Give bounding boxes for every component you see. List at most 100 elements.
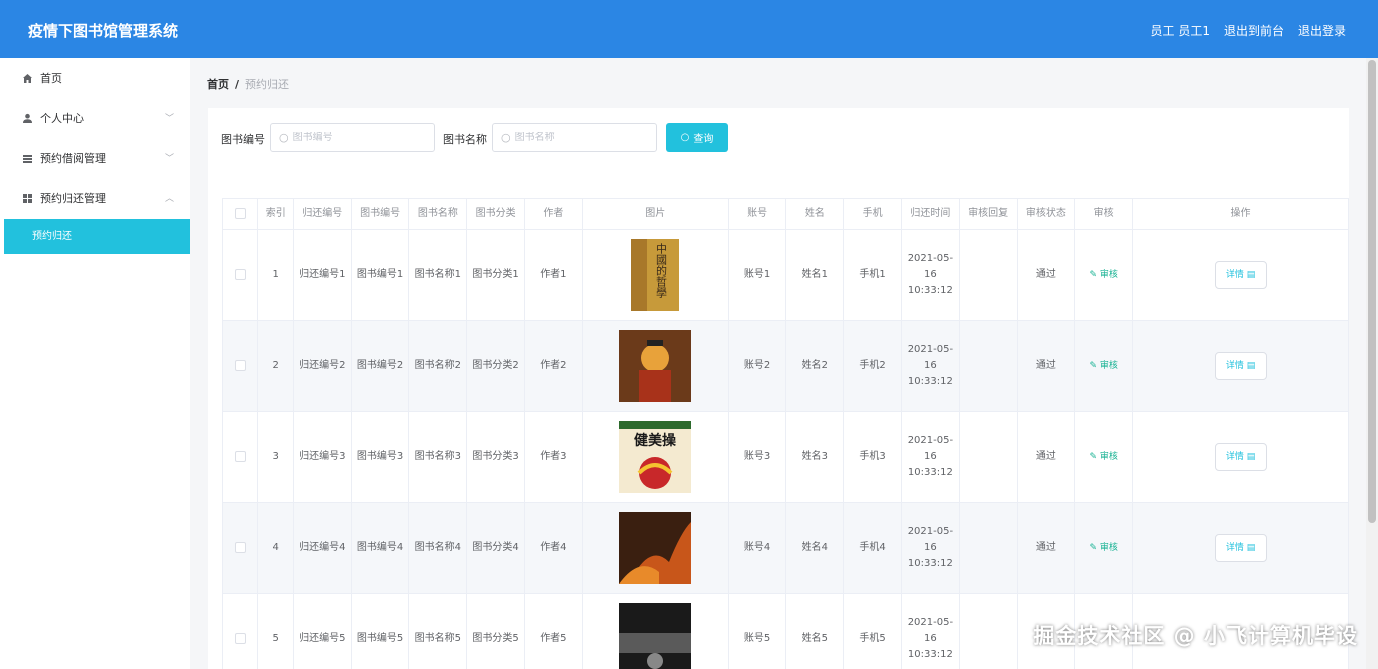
audit-label: 审核 <box>1099 452 1118 462</box>
query-button-label: 查询 <box>693 134 714 145</box>
column-header: 索引 <box>257 198 294 230</box>
action-cell: 详情 ▤ <box>1132 411 1349 503</box>
content-card: 图书编号 ○ 图书名称 ○ ○ 查询 索引 归还编号 图书编号 <box>208 108 1349 669</box>
return-no-cell: 归还编号2 <box>292 320 352 412</box>
author-cell: 作者1 <box>524 229 583 321</box>
reply-cell <box>958 411 1018 503</box>
audit-cell: ✎ 审核 <box>1074 502 1134 594</box>
name-cell: 姓名1 <box>785 229 845 321</box>
select-all-checkbox[interactable] <box>234 207 246 219</box>
book-cover-image <box>619 330 692 402</box>
return-no-cell: 归还编号5 <box>292 593 352 669</box>
row-checkbox[interactable] <box>234 359 246 371</box>
grid-icon <box>22 193 33 204</box>
search-icon: ○ <box>680 132 690 143</box>
detail-button[interactable]: 详情 ▤ <box>1214 534 1267 562</box>
category-cell: 图书分类3 <box>466 411 525 503</box>
account-cell: 账号1 <box>727 229 787 321</box>
book-no-cell: 图书编号1 <box>350 229 410 321</box>
detail-label: 详情 <box>1225 361 1244 371</box>
breadcrumb-home[interactable]: 首页 <box>207 78 229 91</box>
page-scrollbar[interactable] <box>1366 58 1378 669</box>
column-header: 账号 <box>727 198 787 230</box>
sidebar-item-home[interactable]: 首页 <box>0 58 190 98</box>
category-cell: 图书分类2 <box>466 320 525 412</box>
book-name-input[interactable] <box>514 132 645 143</box>
current-user-link[interactable]: 员工 员工1 <box>1151 22 1210 39</box>
row-select-cell[interactable] <box>221 502 259 594</box>
status-cell: 通过 <box>1016 502 1076 594</box>
return-time-cell: 2021-05-16 10:33:12 <box>901 411 960 503</box>
row-select-cell[interactable] <box>221 411 259 503</box>
book-stack-icon <box>22 153 33 164</box>
table-row: 2 归还编号2 图书编号2 图书名称2 图书分类2 作者2 账号2 姓名2 手机… <box>221 320 1349 412</box>
logout-link[interactable]: 退出登录 <box>1298 22 1346 39</box>
return-time-cell: 2021-05-16 10:33:12 <box>901 502 960 594</box>
chevron-up-icon: ︿ <box>164 194 174 204</box>
return-no-cell: 归还编号1 <box>292 229 352 321</box>
column-header: 手机 <box>843 198 902 230</box>
row-checkbox[interactable] <box>234 541 246 553</box>
phone-cell: 手机4 <box>843 502 902 594</box>
row-checkbox[interactable] <box>234 268 246 280</box>
row-select-cell[interactable] <box>221 593 259 669</box>
book-no-field[interactable]: ○ <box>270 123 435 152</box>
row-select-cell[interactable] <box>221 320 259 412</box>
detail-button[interactable]: 详情 ▤ <box>1214 261 1267 289</box>
query-button[interactable]: ○ 查询 <box>666 123 728 152</box>
scrollbar-thumb[interactable] <box>1368 60 1376 523</box>
book-name-field[interactable]: ○ <box>492 123 657 152</box>
sidebar-subitem-return[interactable]: 预约归还 <box>4 219 190 254</box>
return-table: 索引 归还编号 图书编号 图书名称 图书分类 作者 图片 账号 姓名 手机 归还… <box>221 198 1349 669</box>
account-cell: 账号3 <box>727 411 787 503</box>
action-cell: 详情 ▤ <box>1132 229 1349 321</box>
main-content: 首页 / 预约归还 图书编号 ○ 图书名称 ○ ○ 查询 索引 归还编号 <box>190 58 1378 669</box>
row-select-cell[interactable] <box>221 229 259 321</box>
back-to-front-link[interactable]: 退出到前台 <box>1224 22 1284 39</box>
sidebar-item-personal-center[interactable]: 个人中心 ﹀ <box>0 98 190 138</box>
sidebar-item-return-reservation[interactable]: 预约归还管理 ︿ <box>0 178 190 218</box>
author-cell: 作者5 <box>524 593 583 669</box>
audit-link[interactable]: ✎ 审核 <box>1089 543 1117 553</box>
return-no-cell: 归还编号3 <box>292 411 352 503</box>
cover-cell <box>581 502 729 594</box>
book-no-input[interactable] <box>292 132 423 143</box>
audit-link[interactable]: ✎ 审核 <box>1089 361 1117 371</box>
row-checkbox[interactable] <box>234 632 246 644</box>
book-name-cell: 图书名称5 <box>408 593 468 669</box>
book-no-cell: 图书编号2 <box>350 320 410 412</box>
row-checkbox[interactable] <box>234 450 246 462</box>
audit-link[interactable]: ✎ 审核 <box>1089 452 1117 462</box>
column-header: 图书分类 <box>466 198 525 230</box>
index-cell: 5 <box>257 593 294 669</box>
document-icon: ▤ <box>1246 452 1256 462</box>
cover-cell: 健美操 <box>581 411 729 503</box>
column-header: 图书名称 <box>408 198 468 230</box>
sidebar-item-label: 预约借阅管理 <box>40 152 106 165</box>
book-no-label: 图书编号 <box>221 133 265 146</box>
name-cell: 姓名3 <box>785 411 845 503</box>
sidebar-item-label: 个人中心 <box>40 112 84 125</box>
reply-cell <box>958 229 1018 321</box>
sidebar-item-borrow-reservation[interactable]: 预约借阅管理 ﹀ <box>0 138 190 178</box>
audit-label: 审核 <box>1099 361 1118 371</box>
detail-button[interactable]: 详情 ▤ <box>1214 352 1267 380</box>
book-name-cell: 图书名称4 <box>408 502 468 594</box>
breadcrumb-separator: / <box>235 78 240 91</box>
cover-cell: 中國的哲學 <box>581 229 729 321</box>
category-cell: 图书分类5 <box>466 593 525 669</box>
audit-label: 审核 <box>1099 270 1118 280</box>
status-cell: 通过 <box>1016 411 1076 503</box>
action-cell: 详情 ▤ <box>1132 502 1349 594</box>
document-icon: ▤ <box>1246 361 1256 371</box>
cover-title-text: 健美操 <box>634 432 677 449</box>
chevron-down-icon: ﹀ <box>164 114 174 124</box>
column-header: 作者 <box>524 198 583 230</box>
account-cell: 账号4 <box>727 502 787 594</box>
audit-link[interactable]: ✎ 审核 <box>1089 270 1117 280</box>
phone-cell: 手机5 <box>843 593 902 669</box>
select-all-cell[interactable] <box>221 198 259 230</box>
chevron-down-icon: ﹀ <box>164 154 174 164</box>
detail-button[interactable]: 详情 ▤ <box>1214 443 1267 471</box>
table-row: 4 归还编号4 图书编号4 图书名称4 图书分类4 作者4 账号4 姓名4 手机… <box>221 502 1349 594</box>
